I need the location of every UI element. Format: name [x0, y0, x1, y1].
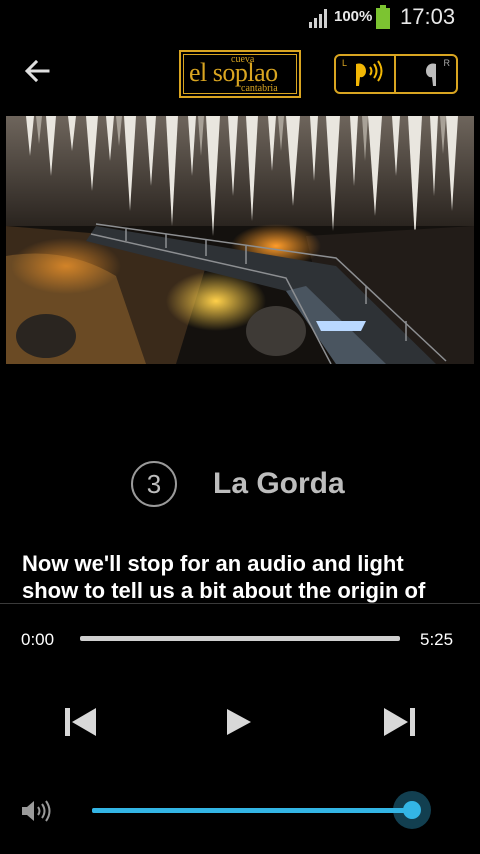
total-time: 5:25 — [420, 630, 454, 649]
skip-next-button[interactable] — [378, 700, 422, 744]
clock: 17:03 — [400, 4, 456, 29]
seek-bar[interactable] — [80, 636, 400, 641]
audio-channel-toggle: L R — [334, 54, 458, 94]
right-channel-button[interactable]: R — [396, 56, 456, 92]
el-soplao-logo: cueva el soplao cantabria — [179, 50, 301, 98]
battery-icon — [376, 5, 390, 29]
play-button[interactable] — [216, 700, 260, 744]
volume-slider-thumb[interactable] — [393, 791, 431, 829]
stop-number: 3 — [146, 468, 162, 499]
stop-description: Now we'll stop for an audio and light sh… — [22, 551, 426, 603]
stop-title: La Gorda — [213, 467, 345, 500]
volume-level — [92, 808, 412, 813]
app-bar: cueva el soplao cantabria L R — [0, 34, 480, 110]
logo-bottom-text: cantabria — [241, 83, 278, 94]
skip-previous-button[interactable] — [58, 700, 102, 744]
divider — [0, 603, 480, 604]
stop-number-badge: 3 — [131, 461, 177, 507]
volume-slider[interactable] — [92, 791, 431, 829]
cave-photo-image — [6, 116, 474, 364]
speaker-icon — [22, 800, 51, 822]
skip-next-icon — [384, 708, 415, 736]
back-button[interactable] — [20, 54, 54, 88]
earphone-left-active-icon — [356, 60, 383, 86]
battery-percent: 100% — [334, 8, 373, 25]
play-icon — [227, 709, 251, 735]
left-channel-button[interactable]: L — [336, 56, 396, 92]
status-bar: 100% 17:03 — [0, 0, 480, 34]
description-scroll-area[interactable]: Now we'll stop for an audio and light sh… — [22, 550, 462, 604]
cave-photo — [6, 116, 474, 364]
skip-previous-icon — [65, 708, 96, 736]
earphone-right-icon — [426, 63, 436, 86]
arrow-left-icon — [24, 60, 50, 82]
signal-icon — [309, 9, 327, 28]
elapsed-time: 0:00 — [21, 630, 55, 649]
